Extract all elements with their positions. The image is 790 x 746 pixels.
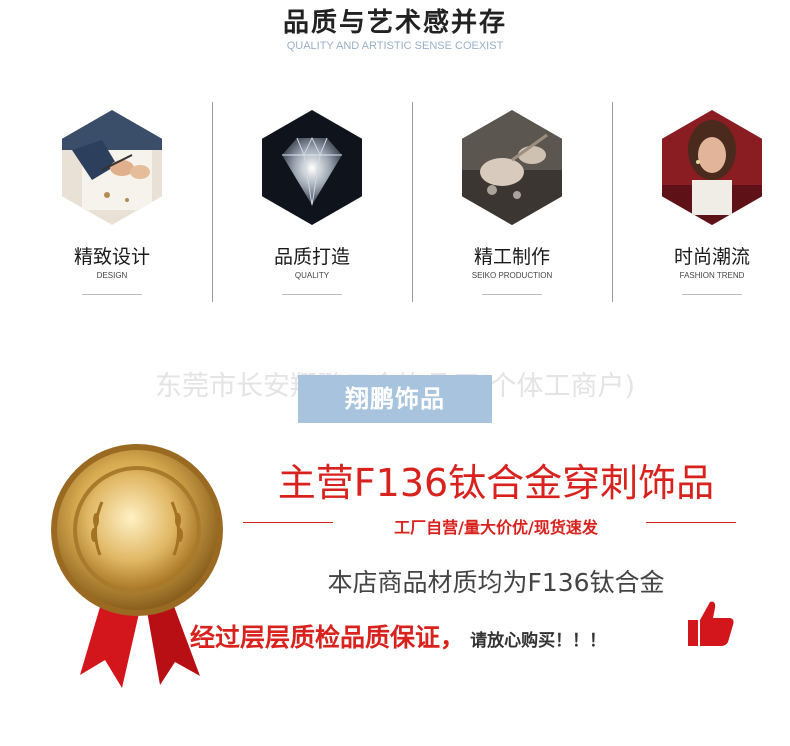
tagline: 工厂自营/量大价优/现货速发 [394, 518, 598, 537]
purchase-reassurance: 请放心购买！！！ [470, 631, 607, 651]
model-photo-icon [662, 110, 762, 225]
feature-row: 精致设计 DESIGN 品质打造 QUALITY 精工制作 SEIKO PROD… [12, 100, 790, 304]
craftsman-photo-icon [462, 110, 562, 225]
feature-fashion: 时尚潮流 FASHION TREND [612, 100, 790, 304]
brand-badge: 翔鹏饰品 [298, 375, 492, 423]
feature-production: 精工制作 SEIKO PRODUCTION [412, 100, 612, 304]
feature-underline [482, 294, 542, 295]
feature-label: 品质打造 [273, 246, 350, 268]
main-title: 主营F136钛合金穿刺饰品 [277, 461, 715, 505]
quality-statement: 经过层层质检品质保证， 请放心购买！！！ [190, 618, 606, 654]
thumbs-up-icon [686, 598, 736, 648]
sketch-photo-icon [62, 110, 162, 225]
feature-label: 时尚潮流 [673, 246, 750, 268]
feature-underline [82, 294, 142, 295]
feature-underline [682, 294, 742, 295]
feature-underline [282, 294, 342, 295]
page-title: 品质与艺术感并存 [282, 8, 507, 38]
feature-sublabel: QUALITY [294, 271, 330, 280]
material-statement: 本店商品材质均为F136钛合金 [327, 568, 665, 597]
feature-sublabel: DESIGN [96, 271, 128, 280]
feature-sublabel: SEIKO PRODUCTION [471, 271, 553, 280]
feature-label: 精工制作 [473, 246, 550, 268]
feature-design: 精致设计 DESIGN [12, 100, 212, 304]
quality-guarantee: 经过层层质检品质保证， [190, 623, 466, 652]
feature-label: 精致设计 [73, 246, 150, 268]
diamond-photo-icon [262, 110, 362, 225]
feature-sublabel: FASHION TREND [679, 271, 745, 280]
page-subtitle: QUALITY AND ARTISTIC SENSE COEXIST [286, 40, 504, 52]
feature-quality: 品质打造 QUALITY [212, 100, 412, 304]
